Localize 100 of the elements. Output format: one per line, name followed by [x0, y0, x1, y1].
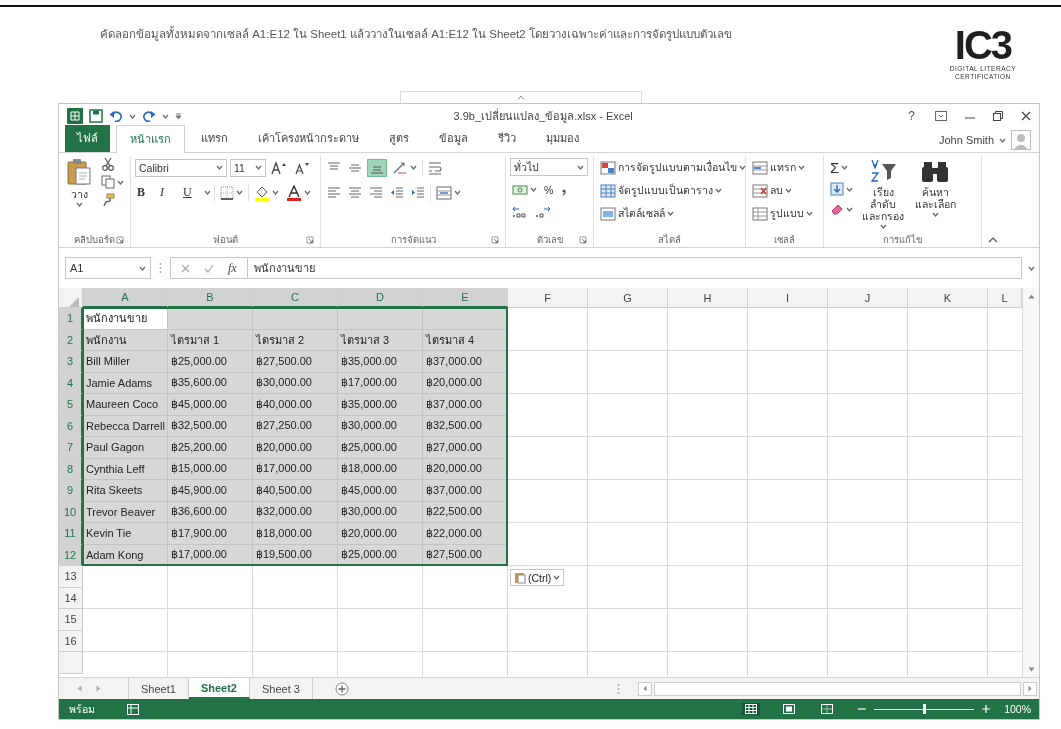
copy-button[interactable]	[99, 174, 126, 190]
row-header[interactable]: 2	[59, 329, 83, 351]
row-header[interactable]: 1	[59, 308, 83, 330]
save-icon[interactable]	[89, 109, 103, 123]
row-header[interactable]: 11	[59, 523, 83, 545]
ribbon-tab[interactable]: มุมมอง	[532, 124, 593, 152]
row-header[interactable]: 12	[59, 544, 83, 566]
underline-button[interactable]: U	[181, 184, 201, 201]
caret-icon[interactable]	[162, 113, 169, 119]
slider-thumb[interactable]	[922, 704, 926, 714]
formula-input[interactable]: พนักงานขาย	[246, 257, 1022, 279]
row-header[interactable]: 3	[59, 351, 83, 373]
row-header[interactable]: 4	[59, 372, 83, 394]
style-menu-button[interactable]: สไตล์เซลล์	[598, 204, 748, 223]
ribbon-tab[interactable]: สูตร	[375, 124, 423, 152]
add-sheet-icon[interactable]	[334, 681, 349, 696]
italic-button[interactable]: I	[158, 184, 178, 201]
user-name[interactable]: John Smith	[938, 134, 994, 146]
grow-font-button[interactable]	[269, 159, 289, 176]
column-header[interactable]: A	[83, 288, 168, 308]
column-header[interactable]: B	[168, 288, 253, 308]
ribbon-tab[interactable]: ข้อมูล	[425, 124, 482, 152]
row-header[interactable]: 16	[59, 630, 83, 652]
caret-icon[interactable]	[1028, 265, 1035, 271]
caret-icon[interactable]	[129, 113, 136, 119]
borders-button[interactable]	[218, 184, 245, 201]
page-layout-icon[interactable]	[783, 704, 796, 714]
font-name-field[interactable]: Calibri	[135, 158, 227, 177]
bold-button[interactable]: B	[135, 184, 155, 201]
column-header[interactable]: G	[588, 288, 668, 308]
macro-record-icon[interactable]	[127, 703, 139, 715]
column-header[interactable]: J	[828, 288, 908, 308]
normal-view-icon[interactable]	[745, 704, 758, 714]
collapse-ribbon-icon[interactable]	[988, 237, 998, 243]
redo-icon[interactable]	[142, 110, 156, 122]
decrease-indent-button[interactable]	[388, 184, 406, 201]
row-header[interactable]: 6	[59, 415, 83, 437]
column-header[interactable]: C	[253, 288, 338, 308]
dialog-launcher-icon[interactable]	[579, 235, 587, 244]
cells-menu-button[interactable]: แทรก	[750, 158, 815, 177]
help-button[interactable]: ?	[904, 109, 919, 123]
row-header[interactable]: 15	[59, 609, 83, 631]
page-break-icon[interactable]	[821, 704, 834, 714]
column-header[interactable]: L	[988, 288, 1022, 308]
column-header[interactable]: H	[668, 288, 748, 308]
vertical-align-button[interactable]	[367, 158, 387, 177]
zoom-level[interactable]: 100%	[1004, 703, 1031, 715]
row-header[interactable]: 9	[59, 480, 83, 502]
find-select-button[interactable]: ค้นหาและเลือก	[911, 156, 959, 219]
sheet-tab[interactable]: Sheet2	[188, 678, 250, 699]
row-header[interactable]: 8	[59, 458, 83, 480]
currency-button[interactable]	[510, 182, 539, 197]
row-header[interactable]: 7	[59, 437, 83, 459]
fill-button[interactable]	[828, 181, 855, 197]
number-format-field[interactable]: ทั่วไป	[510, 158, 588, 176]
column-header[interactable]: I	[748, 288, 828, 308]
merge-button[interactable]	[434, 184, 463, 201]
cells-menu-button[interactable]: ลบ	[750, 181, 815, 200]
font-color-button[interactable]	[284, 183, 313, 202]
restore-icon[interactable]	[993, 111, 1003, 121]
row-header[interactable]: 14	[59, 587, 83, 609]
ribbon-tab[interactable]: เค้าโครงหน้ากระดาษ	[244, 124, 373, 152]
dialog-launcher-icon[interactable]	[116, 235, 124, 244]
row-header[interactable]: 10	[59, 501, 83, 523]
customize-toolbar-icon[interactable]	[175, 112, 182, 120]
spreadsheet-logo-icon[interactable]	[67, 108, 83, 124]
column-header[interactable]: D	[338, 288, 423, 308]
font-size-field[interactable]: 11	[230, 158, 266, 177]
enter-icon[interactable]	[204, 263, 214, 273]
paste-options-button[interactable]: (Ctrl)	[510, 569, 565, 586]
sort-filter-button[interactable]: เรียงลำดับและกรอง	[859, 156, 907, 231]
ribbon-tab[interactable]: ไฟล์	[65, 125, 110, 152]
dialog-launcher-icon[interactable]	[306, 235, 314, 244]
increase-indent-button[interactable]	[409, 184, 427, 201]
dialog-launcher-icon[interactable]	[491, 235, 499, 244]
caret-icon[interactable]	[999, 137, 1006, 143]
horizontal-scrollbar[interactable]	[654, 681, 1021, 696]
style-menu-button[interactable]: จัดรูปแบบเป็นตาราง	[598, 181, 748, 200]
column-header[interactable]: K	[908, 288, 988, 308]
caret-icon[interactable]	[204, 190, 211, 195]
percent-button[interactable]: %	[542, 182, 556, 197]
insert-function-button[interactable]: fx	[228, 260, 237, 276]
cells-menu-button[interactable]: รูปแบบ	[750, 204, 815, 223]
zoom-out-icon[interactable]	[858, 705, 867, 713]
ribbon-tab[interactable]: รีวิว	[484, 124, 530, 152]
decrease-decimal-button[interactable]	[533, 205, 553, 219]
row-header[interactable]: 13	[59, 566, 83, 588]
undo-icon[interactable]	[109, 110, 123, 122]
row-header[interactable]: 5	[59, 394, 83, 416]
ribbon-tab[interactable]: หน้าแรก	[116, 125, 185, 153]
paste-button[interactable]: วาง	[63, 156, 95, 209]
column-header[interactable]: F	[508, 288, 588, 308]
close-icon[interactable]	[1021, 111, 1031, 121]
style-menu-button[interactable]: การจัดรูปแบบตามเงื่อนไข	[598, 158, 748, 177]
zoom-in-icon[interactable]	[982, 705, 991, 713]
autosum-button[interactable]: Σ	[828, 158, 855, 177]
ribbon-display-icon[interactable]	[935, 111, 947, 121]
name-box[interactable]: A1	[65, 257, 151, 279]
cancel-icon[interactable]	[181, 263, 190, 273]
ribbon-tab[interactable]: แทรก	[187, 124, 242, 152]
